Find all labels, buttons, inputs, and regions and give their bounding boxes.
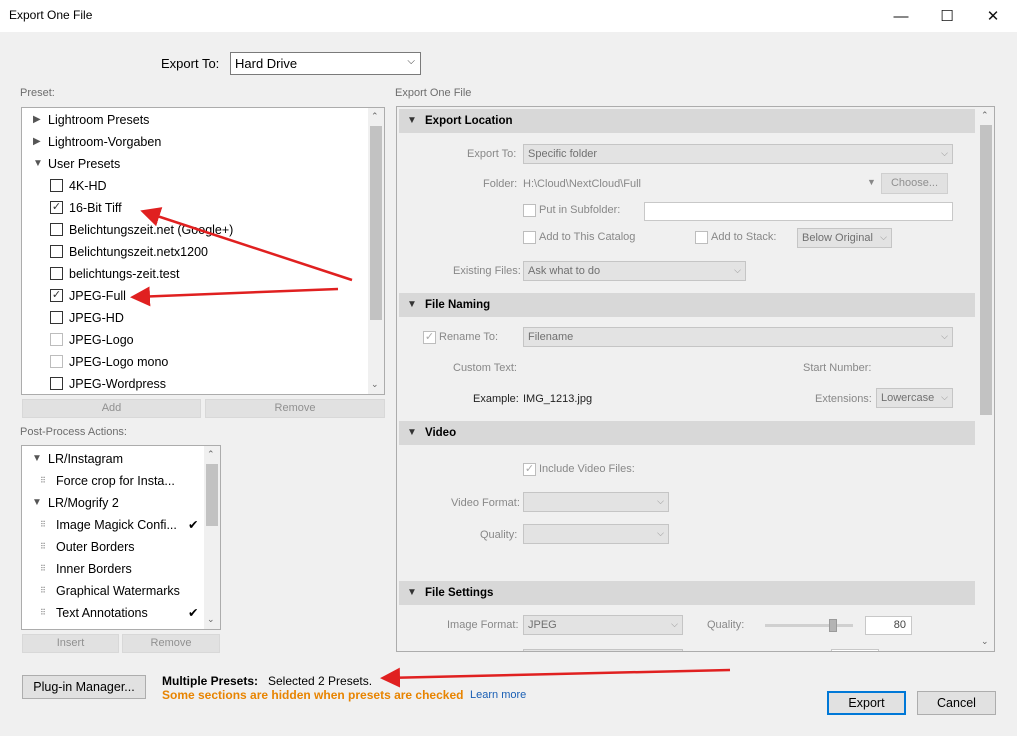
arrow-to-16bit-tiff [140, 207, 353, 282]
annotation-arrows [130, 207, 731, 688]
arrow-to-multiple-presets [380, 667, 731, 688]
arrow-to-jpeg-full [130, 286, 339, 307]
